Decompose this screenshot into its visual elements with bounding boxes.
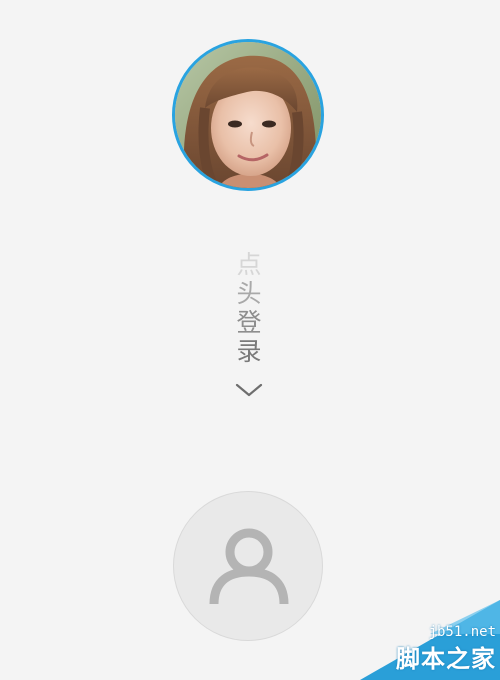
instruction-char-3: 登 [236, 308, 262, 337]
user-icon [209, 528, 289, 605]
chevron-down-icon [233, 380, 265, 400]
nod-login-instruction: 点 头 登 录 [228, 250, 270, 366]
profile-avatar [172, 39, 324, 191]
watermark-brand: 脚本之家 [396, 645, 496, 673]
nod-login-screen: 点 头 登 录 jb51.net 脚本之家 [0, 0, 500, 680]
user-login-button[interactable] [173, 491, 323, 641]
site-watermark: jb51.net 脚本之家 [360, 600, 500, 680]
watermark-domain: jb51.net [428, 624, 496, 640]
instruction-char-2: 头 [236, 279, 262, 308]
instruction-char-1: 点 [236, 250, 262, 279]
instruction-char-4: 录 [236, 337, 262, 366]
